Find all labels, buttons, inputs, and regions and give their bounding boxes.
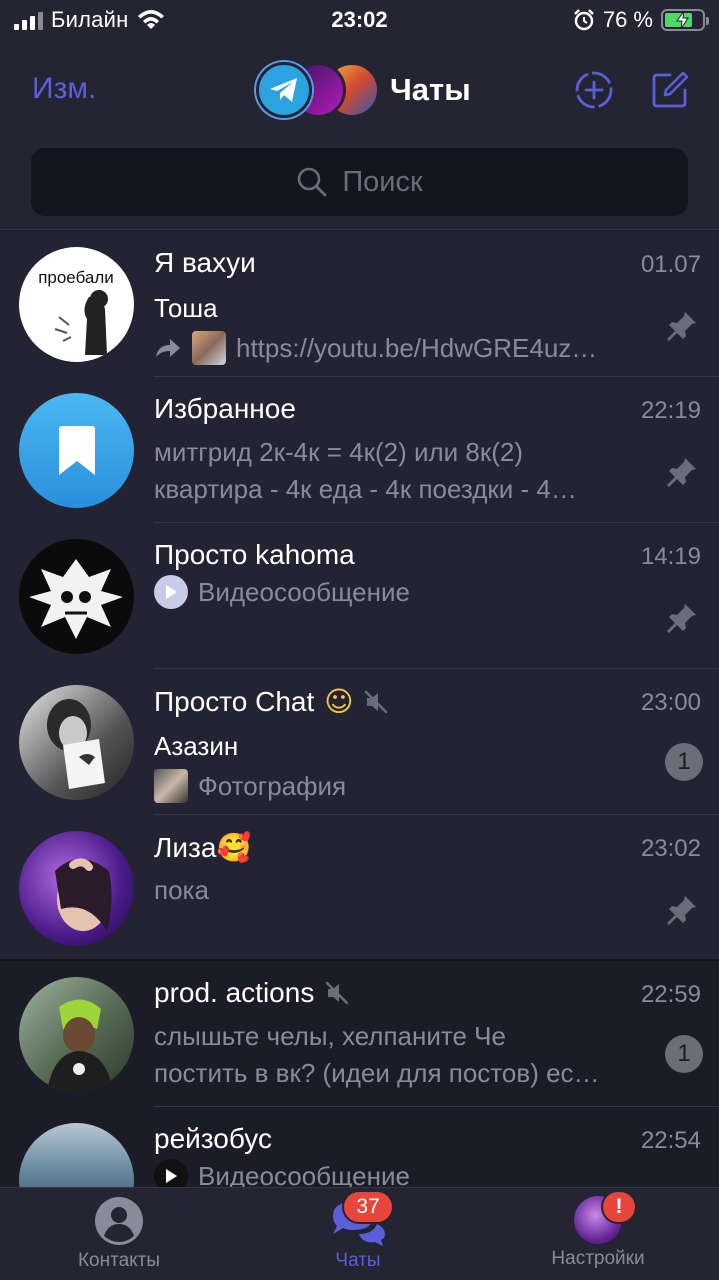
tab-label: Чаты: [335, 1250, 381, 1271]
chat-row[interactable]: Просто kahoma 14:19 Видеосообщение: [0, 523, 719, 669]
chat-preview: https://youtu.be/HdwGRE4uz…: [154, 331, 597, 365]
chat-name: рейзобус: [154, 1123, 272, 1154]
battery-icon: [661, 9, 709, 31]
chat-avatar: [19, 977, 134, 1092]
unread-count-badge: 37: [342, 1190, 394, 1224]
name-emoji: ☺: [324, 685, 354, 718]
chat-row[interactable]: prod. actions 22:59 слышьте челы, хелпан…: [0, 961, 719, 1107]
tab-chats[interactable]: Чаты 37: [258, 1190, 458, 1272]
charging-bolt-icon: [676, 11, 689, 29]
forward-icon: [156, 339, 180, 357]
tab-label: Контакты: [77, 1250, 161, 1271]
name-emoji: 🥰: [216, 831, 252, 864]
pin-icon: [667, 312, 696, 341]
chat-row[interactable]: рейзобус 22:54 Видеосообщение: [0, 1107, 719, 1187]
status-bar: Билайн 23:02 76 %: [0, 0, 719, 40]
navigation-bar: Изм. Чаты Поиск: [0, 40, 719, 230]
chat-preview: постить в вк? (идеи для постов) ес…: [154, 1058, 600, 1088]
chat-avatar: проебали: [19, 247, 134, 362]
chat-name: Просто kahoma: [154, 539, 355, 570]
chat-row[interactable]: Избранное 22:19 митгрид 2к-4к = 4к(2) ил…: [0, 377, 719, 523]
edit-button[interactable]: Изм.: [32, 72, 96, 106]
new-story-icon[interactable]: [574, 70, 614, 110]
chat-row[interactable]: Лиза 🥰 23:02 пока: [0, 815, 719, 961]
chat-avatar: [19, 1123, 134, 1187]
chat-sender: Тоша: [154, 293, 218, 323]
tab-contacts[interactable]: Контакты: [19, 1196, 219, 1272]
bookmark-icon: [58, 425, 95, 475]
chat-avatar: [19, 831, 134, 946]
status-right: 76 %: [573, 7, 709, 33]
chat-time: 23:02: [640, 835, 701, 862]
alert-badge: !: [601, 1190, 637, 1224]
saved-messages-avatar: [19, 393, 134, 508]
preview-thumbnail: [192, 331, 226, 365]
title-group[interactable]: Чаты: [256, 62, 471, 118]
chat-time: 14:19: [640, 543, 701, 570]
pin-icon: [667, 458, 696, 487]
chat-name: prod. actions: [154, 977, 350, 1009]
chat-time: 22:54: [640, 1127, 701, 1154]
chat-name: Просто Chat ☺: [154, 685, 389, 718]
chat-avatar: [19, 539, 134, 654]
search-icon: [298, 167, 327, 197]
video-message-icon: [154, 1159, 188, 1187]
chat-time: 22:59: [640, 981, 701, 1008]
chat-preview: Видеосообщение: [154, 1159, 410, 1187]
alarm-icon: [573, 9, 594, 31]
chat-name: Я вахуи: [154, 247, 256, 278]
chat-list: проебали Я вахуи 01.07 Тоша https://yout…: [0, 231, 719, 1187]
search-placeholder: Поиск: [342, 165, 423, 198]
chat-time: 22:19: [640, 397, 701, 424]
chat-preview: митгрид 2к-4к = 4к(2) или 8к(2): [154, 437, 524, 467]
chat-preview: Видеосообщение: [154, 575, 410, 609]
person-icon: [95, 1197, 143, 1245]
chat-time: 23:00: [640, 689, 701, 716]
telegram-logo-icon: [256, 62, 312, 118]
chat-preview: квартира - 4к еда - 4к поездки - 4…: [154, 474, 577, 504]
pin-icon: [667, 604, 696, 633]
chat-preview: Фотография: [154, 769, 346, 803]
chat-avatar: [19, 685, 134, 800]
tab-settings[interactable]: Настройки !: [498, 1190, 698, 1270]
unread-badge: 1: [665, 743, 703, 781]
battery-percent: 76 %: [602, 7, 653, 32]
tab-bar: Контакты Чаты 37 Настройки !: [0, 1187, 719, 1280]
tab-label: Настройки: [551, 1248, 645, 1269]
muted-icon: [326, 981, 349, 1005]
page-title: Чаты: [390, 72, 471, 107]
search-bar[interactable]: Поиск: [31, 148, 688, 216]
chat-row[interactable]: проебали Я вахуи 01.07 Тоша https://yout…: [0, 231, 719, 377]
chat-name: Лиза 🥰: [154, 831, 252, 864]
chat-time: 01.07: [640, 251, 701, 278]
compose-icon[interactable]: [650, 70, 690, 110]
chat-sender: Азазин: [154, 731, 239, 761]
chat-preview: слышьте челы, хелпаните Че: [154, 1021, 506, 1051]
pin-icon: [667, 896, 696, 925]
preview-thumbnail: [154, 769, 188, 803]
muted-icon: [365, 690, 388, 713]
chat-preview: пока: [154, 875, 209, 905]
unread-badge: 1: [665, 1035, 703, 1073]
chat-name: Избранное: [154, 393, 296, 424]
svg-text:проебали: проебали: [38, 268, 114, 287]
video-message-icon: [154, 575, 188, 609]
chat-row[interactable]: Просто Chat ☺ 23:00 Азазин Фотография 1: [0, 669, 719, 815]
